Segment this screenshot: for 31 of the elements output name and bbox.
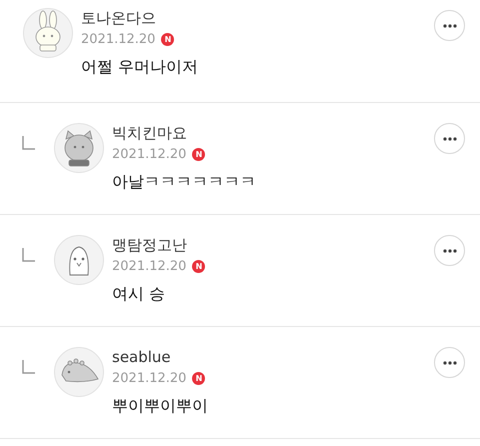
more-options-button[interactable] bbox=[434, 235, 465, 266]
more-icon bbox=[442, 136, 456, 140]
reply-indent-icon bbox=[22, 248, 36, 262]
cat-avatar-icon[interactable] bbox=[54, 123, 104, 173]
comment-text: 아날ㅋㅋㅋㅋㅋㅋㅋ bbox=[112, 172, 257, 193]
rabbit-avatar-icon[interactable] bbox=[23, 8, 73, 58]
reply-indent-icon bbox=[22, 360, 36, 374]
dinosaur-avatar-icon[interactable] bbox=[54, 347, 104, 397]
more-icon bbox=[442, 248, 456, 252]
new-badge: N bbox=[192, 148, 206, 161]
new-badge: N bbox=[192, 372, 206, 385]
comment-date: 2021.12.20 bbox=[81, 32, 156, 47]
author-name[interactable]: 빅치킨마요 bbox=[112, 123, 480, 143]
author-name[interactable]: seablue bbox=[112, 347, 480, 367]
more-options-button[interactable] bbox=[434, 10, 465, 41]
penguin-avatar-icon[interactable] bbox=[54, 235, 104, 285]
reply-indent-icon bbox=[22, 136, 36, 150]
more-options-button[interactable] bbox=[434, 123, 465, 154]
author-name[interactable]: 토나온다으 bbox=[81, 8, 480, 28]
new-badge: N bbox=[192, 260, 206, 273]
comment-date: 2021.12.20 bbox=[112, 147, 186, 162]
new-badge: N bbox=[161, 33, 174, 46]
more-options-button[interactable] bbox=[434, 347, 465, 378]
comment-text: 어쩔 우머나이저 bbox=[81, 57, 200, 78]
comment-text: 여시 승 bbox=[112, 284, 166, 305]
comment-date: 2021.12.20 bbox=[112, 371, 186, 386]
comment-date: 2021.12.20 bbox=[112, 259, 186, 274]
more-icon bbox=[442, 24, 456, 28]
more-icon bbox=[442, 360, 456, 364]
author-name[interactable]: 맹탐정고난 bbox=[112, 235, 480, 255]
comment-text: 뿌이뿌이뿌이 bbox=[112, 396, 209, 417]
